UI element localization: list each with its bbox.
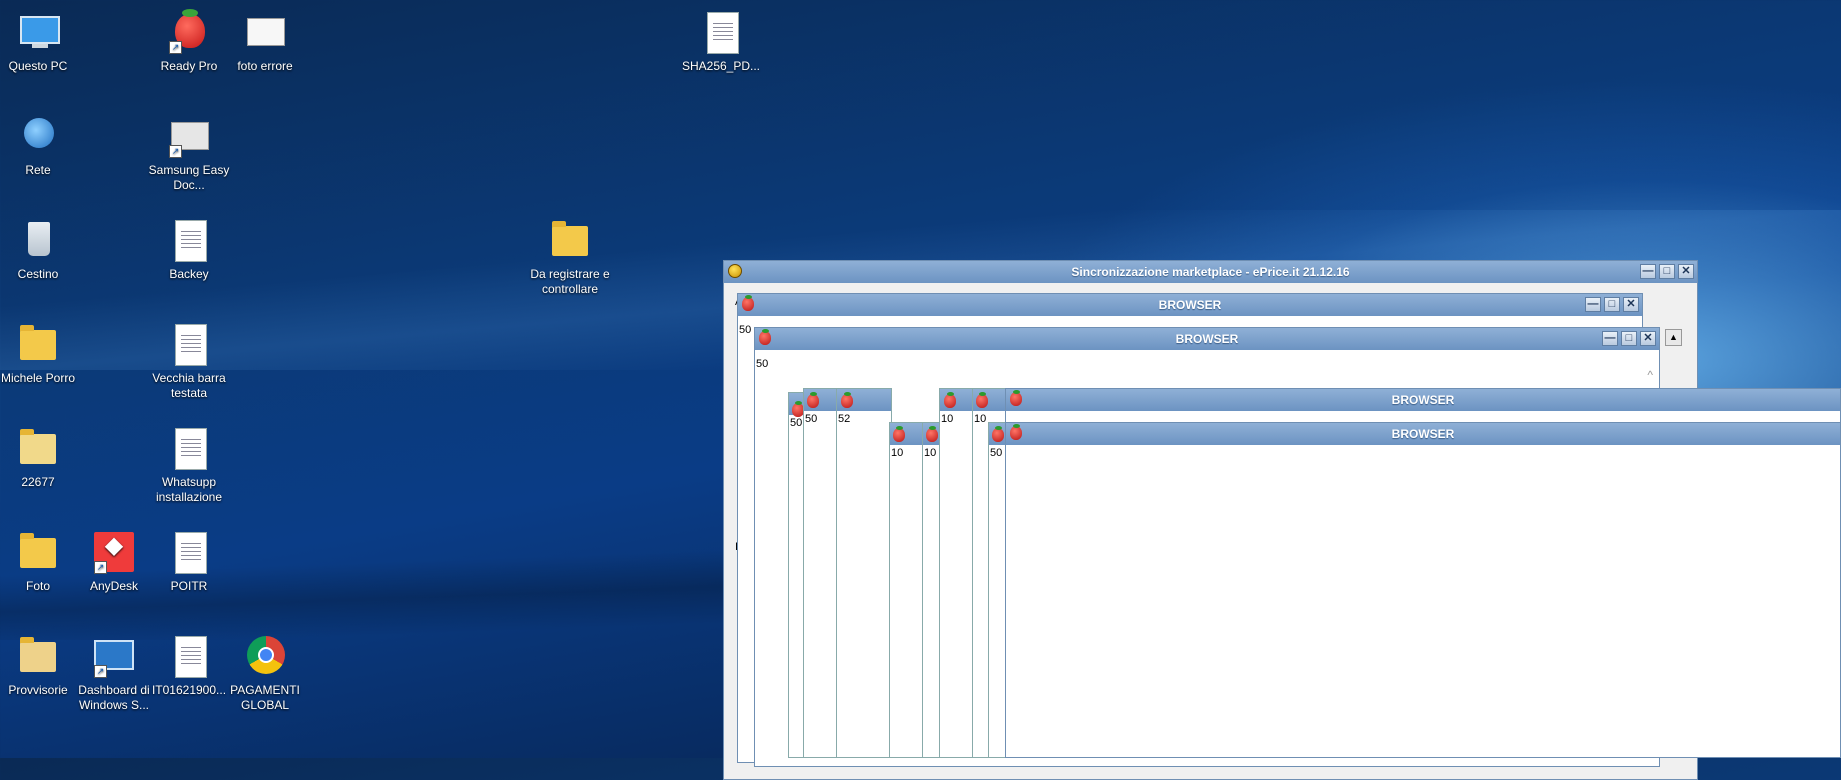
browser-titlebar-1[interactable]: BROWSER — □ ✕ <box>738 294 1642 316</box>
document-icon <box>175 532 207 574</box>
chevron-up-icon[interactable]: ^ <box>1647 368 1653 382</box>
strawberry-icon <box>944 392 956 408</box>
desktop-icon-whatsupp[interactable]: Whatsupp installazione <box>146 424 232 505</box>
strawberry-icon <box>1010 390 1022 406</box>
document-icon <box>707 12 739 54</box>
browser-fragment[interactable]: 10 <box>939 388 975 758</box>
desktop-icon-pagamenti-global[interactable]: PAGAMENTI GLOBAL <box>222 632 308 713</box>
computer-icon <box>20 16 60 48</box>
desktop-icon-poitr[interactable]: POITR <box>146 528 232 594</box>
browser-titlebar-4[interactable]: BROWSER <box>1006 423 1840 445</box>
folder-icon <box>20 429 56 464</box>
xml-file-icon <box>175 636 207 678</box>
minimize-button[interactable]: — <box>1640 264 1656 279</box>
desktop-icon-foto-errore[interactable]: foto errore <box>222 8 308 74</box>
browser-fragment[interactable]: 52 <box>836 388 892 758</box>
browser-titlebar-2[interactable]: BROWSER — □ ✕ <box>755 328 1659 350</box>
browser-title: BROWSER <box>1391 393 1455 407</box>
app-icon <box>728 264 742 278</box>
strawberry-icon <box>992 426 1004 442</box>
desktop-icon-anydesk[interactable]: ↗ AnyDesk <box>71 528 157 594</box>
desktop-icon-vecchia-barra[interactable]: Vecchia barra testata <box>146 320 232 401</box>
strawberry-icon <box>893 426 905 442</box>
window-title: Sincronizzazione marketplace - ePrice.it… <box>1071 265 1350 279</box>
browser-fragment[interactable]: 10 <box>889 422 925 758</box>
maximize-button[interactable]: □ <box>1659 264 1675 279</box>
close-button[interactable]: ✕ <box>1623 297 1639 312</box>
minimize-button[interactable]: — <box>1602 331 1618 346</box>
shortcut-arrow-icon: ↗ <box>169 145 182 158</box>
desktop-icon-samsung-easy-doc[interactable]: ↗ Samsung Easy Doc... <box>146 112 232 193</box>
shortcut-arrow-icon: ↗ <box>94 561 107 574</box>
desktop-icon-provvisorie[interactable]: Provvisorie <box>0 632 81 698</box>
folder-icon <box>20 533 56 568</box>
document-icon <box>175 220 207 262</box>
strawberry-icon <box>759 329 771 345</box>
desktop-icon-22677[interactable]: 22677 <box>0 424 81 490</box>
desktop-icon-michele-porro[interactable]: Michele Porro <box>0 320 81 386</box>
recycle-bin-icon <box>28 222 50 256</box>
browser-title: BROWSER <box>1175 332 1239 346</box>
user-folder-icon <box>20 325 56 360</box>
desktop-icon-dashboard-windows[interactable]: ↗ Dashboard di Windows S... <box>71 632 157 713</box>
desktop-icon-sha256[interactable]: SHA256_PD... <box>678 8 764 74</box>
close-button[interactable]: ✕ <box>1678 264 1694 279</box>
network-icon <box>24 118 54 148</box>
document-icon <box>175 324 207 366</box>
browser-text: 50 <box>756 358 769 370</box>
browser-text: 50 <box>739 324 752 336</box>
strawberry-icon <box>976 392 988 408</box>
desktop-icon-it01621900[interactable]: IT01621900... <box>146 632 232 698</box>
desktop-icon-da-registrare[interactable]: Da registrare e controllare <box>527 216 613 297</box>
close-button[interactable]: ✕ <box>1640 331 1656 346</box>
browser-titlebar-3[interactable]: BROWSER <box>1006 389 1840 411</box>
chrome-icon <box>247 636 285 674</box>
scroll-up-button[interactable]: ▲ <box>1665 329 1682 346</box>
desktop-icon-cestino[interactable]: Cestino <box>0 216 81 282</box>
image-file-icon <box>247 18 285 46</box>
desktop-icon-rete[interactable]: Rete <box>0 112 81 178</box>
strawberry-icon <box>1010 424 1022 440</box>
strawberry-icon <box>841 392 853 408</box>
desktop-icon-ready-pro[interactable]: ↗ Ready Pro <box>146 8 232 74</box>
minimize-button[interactable]: — <box>1585 297 1601 312</box>
desktop-icon-foto[interactable]: Foto <box>0 528 81 594</box>
strawberry-icon <box>742 295 754 311</box>
shortcut-arrow-icon: ↗ <box>169 41 182 54</box>
maximize-button[interactable]: □ <box>1621 331 1637 346</box>
shortcut-arrow-icon: ↗ <box>94 665 107 678</box>
browser-title: BROWSER <box>1158 298 1222 312</box>
strawberry-icon <box>807 392 819 408</box>
desktop-icon-questo-pc[interactable]: Questo PC <box>0 8 81 74</box>
sync-marketplace-titlebar[interactable]: Sincronizzazione marketplace - ePrice.it… <box>724 261 1697 283</box>
folder-icon <box>552 221 588 256</box>
browser-window-4[interactable]: BROWSER <box>1005 422 1841 758</box>
browser-fragment[interactable]: 50 <box>803 388 839 758</box>
document-icon <box>175 428 207 470</box>
browser-title: BROWSER <box>1391 427 1455 441</box>
folder-icon <box>20 637 56 672</box>
strawberry-icon <box>926 426 938 442</box>
maximize-button[interactable]: □ <box>1604 297 1620 312</box>
desktop-icon-backey[interactable]: Backey <box>146 216 232 282</box>
